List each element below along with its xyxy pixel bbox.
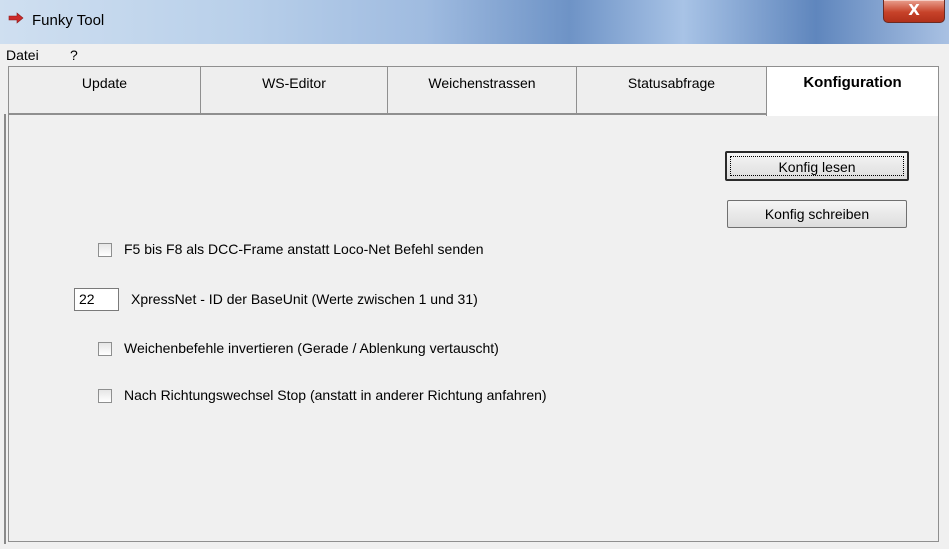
dcc-frame-checkbox[interactable] [98,243,112,257]
tab-strip: Update WS-Editor Weichenstrassen Statusa… [0,66,949,116]
invert-switch-label: Weichenbefehle invertieren (Gerade / Abl… [124,340,499,356]
tab-ws-editor[interactable]: WS-Editor [200,66,388,114]
tab-statusabfrage[interactable]: Statusabfrage [576,66,767,114]
tab-konfiguration[interactable]: Konfiguration [766,66,939,116]
stop-on-direction-checkbox[interactable] [98,389,112,403]
menu-bar: Datei ? [0,44,949,66]
window-left-edge [4,114,6,544]
configuration-panel: Konfig lesen Konfig schreiben F5 bis F8 … [8,114,939,542]
read-config-button[interactable]: Konfig lesen [725,151,909,181]
stop-on-direction-label: Nach Richtungswechsel Stop (anstatt in a… [124,387,547,403]
read-config-label: Konfig lesen [730,156,904,176]
window-title: Funky Tool [32,12,105,29]
xpressnet-id-label: XpressNet - ID der BaseUnit (Werte zwisc… [131,291,478,307]
write-config-button[interactable]: Konfig schreiben [727,200,907,228]
arrow-app-icon [8,12,24,24]
title-bar: Funky Tool X [0,0,949,45]
menu-item-help[interactable]: ? [70,47,78,63]
menu-item-datei[interactable]: Datei [6,47,39,63]
close-icon: X [908,1,920,19]
dcc-frame-label: F5 bis F8 als DCC-Frame anstatt Loco-Net… [124,241,484,257]
tab-update[interactable]: Update [8,66,201,114]
tab-weichenstrassen[interactable]: Weichenstrassen [387,66,577,114]
xpressnet-id-field[interactable]: 22 [74,288,119,311]
invert-switch-checkbox[interactable] [98,342,112,356]
close-button[interactable]: X [883,0,945,23]
